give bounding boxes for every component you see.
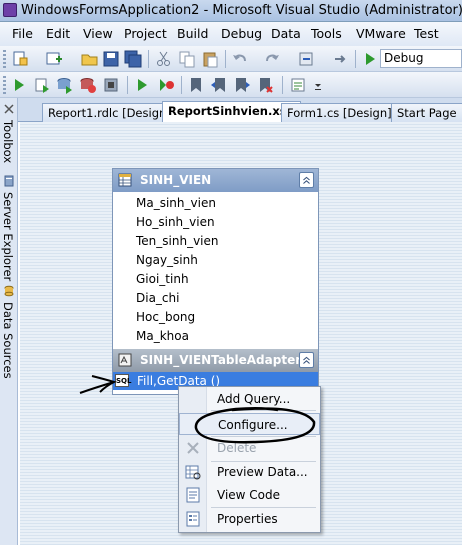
preview-data-label: Preview Data...: [217, 465, 308, 479]
database-tool-icon[interactable]: [102, 76, 120, 94]
collapse-chevron-icon[interactable]: [299, 352, 314, 368]
menu-item-preview-data[interactable]: Preview Data...: [179, 461, 320, 483]
database-stop-icon[interactable]: [79, 76, 97, 94]
datatable-title: SINH_VIEN: [140, 173, 212, 187]
column-dia-chi[interactable]: Dia_chi: [113, 287, 318, 306]
save-icon[interactable]: [102, 50, 120, 68]
toolbar-separator: [355, 50, 356, 68]
menu-item-view-code[interactable]: View Code: [179, 484, 320, 506]
table-adapter-icon: [118, 353, 132, 367]
previous-bookmark-icon[interactable]: [210, 76, 228, 94]
server-icon: [4, 175, 14, 187]
view-code-icon: [186, 487, 200, 503]
datatable-header[interactable]: SINH_VIEN: [113, 169, 318, 192]
properties-icon: [186, 511, 200, 527]
toolbar-separator: [181, 76, 182, 94]
open-file-icon[interactable]: [81, 50, 99, 68]
step-into-icon[interactable]: [33, 76, 51, 94]
toolbar-options-chevron-icon[interactable]: [309, 76, 327, 94]
column-ho-sinh-vien[interactable]: Ho_sinh_vien: [113, 211, 318, 230]
menu-project[interactable]: Project: [124, 26, 167, 41]
add-item-icon[interactable]: [45, 50, 63, 68]
column-ngay-sinh[interactable]: Ngay_sinh: [113, 249, 318, 268]
column-ma-sinh-vien[interactable]: Ma_sinh_vien: [113, 192, 318, 211]
toolbar-separator: [127, 76, 128, 94]
table-adapter-title: SINH_VIENTableAdapter: [140, 353, 302, 367]
standard-toolbar: Debug: [0, 46, 462, 72]
document-tabs: Report1.rdlc [Design] ReportSinhvien.xsd…: [18, 98, 462, 123]
collapse-chevron-icon[interactable]: [299, 172, 314, 188]
data-sources-label: Data Sources: [1, 302, 15, 379]
stop-icon[interactable]: [157, 76, 175, 94]
server-explorer-label: Server Explorer: [1, 192, 15, 282]
toolbar-grip[interactable]: [3, 50, 6, 68]
tab-form1-cs-design[interactable]: Form1.cs [Design]: [281, 103, 398, 122]
toolbar-separator: [282, 76, 283, 94]
database-run-icon[interactable]: [56, 76, 74, 94]
redo-icon[interactable]: [263, 50, 281, 68]
column-ten-sinh-vien[interactable]: Ten_sinh_vien: [113, 230, 318, 249]
tab-start-page[interactable]: Start Page: [391, 103, 462, 122]
start-debugging-icon[interactable]: [361, 50, 379, 68]
bookmark-icon[interactable]: [187, 76, 205, 94]
toolbox-label: Toolbox: [1, 120, 15, 164]
run-icon[interactable]: [11, 76, 29, 94]
dataset-designer-toolbar: [0, 72, 462, 98]
close-icon[interactable]: [3, 103, 15, 115]
comment-icon[interactable]: [289, 76, 307, 94]
menu-debug[interactable]: Debug: [221, 26, 262, 41]
toolbar-separator: [148, 50, 149, 68]
side-tool-strip: Toolbox Server Explorer Data Sources: [0, 98, 18, 545]
menu-bar: File Edit View Project Build Debug Data …: [0, 22, 462, 46]
data-sources-tab[interactable]: Data Sources: [0, 282, 18, 382]
properties-label: Properties: [217, 512, 278, 526]
table-adapter-header[interactable]: SINH_VIENTableAdapter: [113, 349, 318, 372]
title-bar: WindowsFormsApplication2 - Microsoft Vis…: [0, 0, 462, 22]
navigate-backward-icon[interactable]: [297, 50, 315, 68]
column-ma-khoa[interactable]: Ma_khoa: [113, 325, 318, 344]
datatable-icon: [118, 173, 132, 187]
next-bookmark-icon[interactable]: [233, 76, 251, 94]
data-sources-icon: [4, 285, 14, 297]
clear-bookmarks-icon[interactable]: [256, 76, 274, 94]
column-hoc-bong[interactable]: Hoc_bong: [113, 306, 318, 325]
menu-build[interactable]: Build: [177, 26, 208, 41]
cut-icon[interactable]: [155, 50, 173, 68]
server-explorer-tab[interactable]: Server Explorer: [0, 172, 18, 282]
annotation-arrow-icon: [79, 375, 117, 394]
undo-icon[interactable]: [231, 50, 249, 68]
new-project-icon[interactable]: [11, 50, 29, 68]
view-code-label: View Code: [217, 488, 281, 502]
datatable-sinh-vien[interactable]: SINH_VIEN Ma_sinh_vien Ho_sinh_vien Ten_…: [112, 168, 319, 395]
menu-view[interactable]: View: [83, 26, 113, 41]
menu-data[interactable]: Data: [271, 26, 301, 41]
menu-tools[interactable]: Tools: [311, 26, 342, 41]
save-all-icon[interactable]: [124, 50, 142, 68]
visual-studio-icon: [3, 3, 17, 17]
execute-icon[interactable]: [134, 76, 152, 94]
column-gioi-tinh[interactable]: Gioi_tinh: [113, 268, 318, 287]
column-list: Ma_sinh_vien Ho_sinh_vien Ten_sinh_vien …: [113, 192, 318, 344]
tab-report1-rdlc-design[interactable]: Report1.rdlc [Design]: [42, 103, 177, 122]
navigate-forward-icon[interactable]: [331, 50, 349, 68]
menu-vmware[interactable]: VMware: [356, 26, 406, 41]
paste-icon[interactable]: [201, 50, 219, 68]
copy-icon[interactable]: [178, 50, 196, 68]
menu-item-properties[interactable]: Properties: [179, 508, 320, 530]
toolbox-tab[interactable]: Toolbox: [0, 100, 18, 172]
window-title: WindowsFormsApplication2 - Microsoft Vis…: [21, 3, 462, 18]
toolbar-separator: [225, 50, 226, 68]
annotation-circle-icon: [194, 406, 316, 444]
preview-data-icon: [185, 465, 201, 480]
menu-test[interactable]: Test: [414, 26, 439, 41]
toolbar-grip[interactable]: [3, 76, 6, 94]
menu-edit[interactable]: Edit: [46, 26, 70, 41]
menu-file[interactable]: File: [12, 26, 33, 41]
solution-configuration-select[interactable]: Debug: [380, 49, 462, 68]
